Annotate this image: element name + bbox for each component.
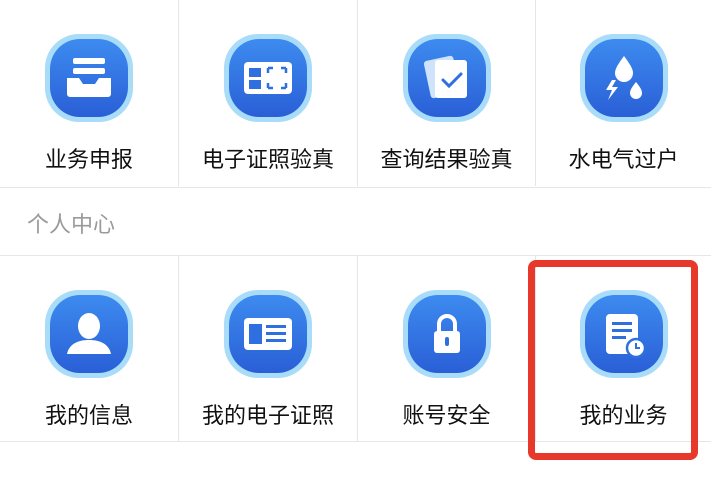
id-scan-icon — [220, 30, 316, 126]
personal-center-grid: 我的信息 我的电子证照 账号安全 我的业务 — [0, 255, 711, 442]
services-grid: 业务申报 电子证照验真 查询结果验真 水电气过户 — [0, 0, 711, 186]
personal-label: 我的电子证照 — [201, 404, 334, 429]
inbox-tray-icon — [41, 30, 137, 126]
service-business-declare[interactable]: 业务申报 — [0, 0, 179, 186]
user-icon — [41, 286, 137, 382]
service-query-verify[interactable]: 查询结果验真 — [358, 0, 536, 186]
personal-account-security[interactable]: 账号安全 — [358, 256, 536, 441]
personal-center-header: 个人中心 — [0, 187, 711, 254]
personal-label: 账号安全 — [402, 404, 491, 429]
personal-label: 我的信息 — [44, 404, 133, 429]
service-label: 业务申报 — [44, 148, 133, 173]
lock-icon — [399, 286, 495, 382]
personal-my-e-license[interactable]: 我的电子证照 — [179, 256, 358, 441]
personal-label: 我的业务 — [579, 404, 668, 429]
service-label: 电子证照验真 — [201, 148, 334, 173]
service-label: 水电气过户 — [568, 148, 679, 173]
personal-my-info[interactable]: 我的信息 — [0, 256, 179, 441]
service-utilities-transfer[interactable]: 水电气过户 — [536, 0, 711, 186]
service-e-license-verify[interactable]: 电子证照验真 — [179, 0, 358, 186]
service-label: 查询结果验真 — [380, 148, 513, 173]
personal-my-business[interactable]: 我的业务 — [536, 256, 711, 441]
section-title: 个人中心 — [27, 213, 116, 238]
id-card-icon — [220, 286, 316, 382]
document-clock-icon — [576, 286, 672, 382]
utilities-icon — [576, 30, 672, 126]
verified-card-icon — [399, 30, 495, 126]
